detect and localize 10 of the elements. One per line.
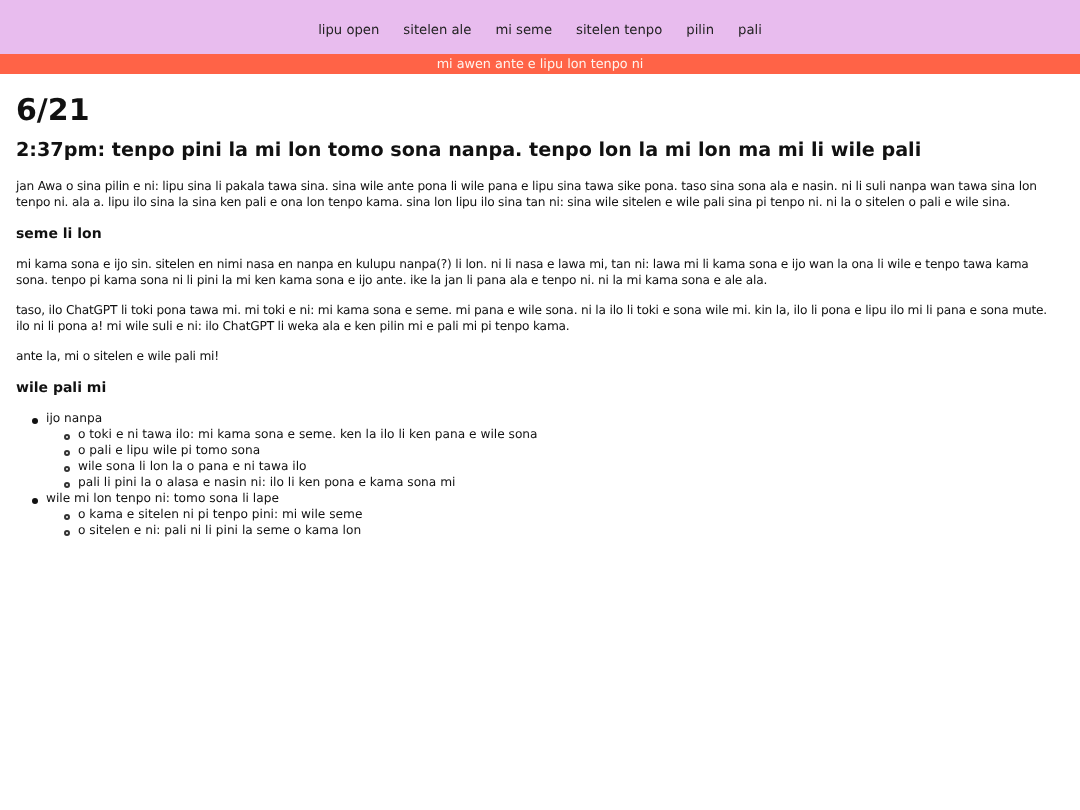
circle-bullet-icon — [64, 529, 70, 535]
entry-heading: 2:37pm: tenpo pini la mi lon tomo sona nanpa. tenpo lon la mi lon ma mi li wile pali — [16, 140, 924, 162]
circle-bullet-icon — [64, 449, 70, 455]
page-title: 6/21 — [16, 92, 92, 128]
bullet-icon — [32, 497, 38, 503]
circle-bullet-icon — [64, 513, 70, 519]
circle-bullet-icon — [64, 481, 70, 487]
circle-bullet-icon — [64, 465, 70, 471]
bullet-icon — [32, 417, 38, 423]
circle-bullet-icon — [64, 433, 70, 439]
